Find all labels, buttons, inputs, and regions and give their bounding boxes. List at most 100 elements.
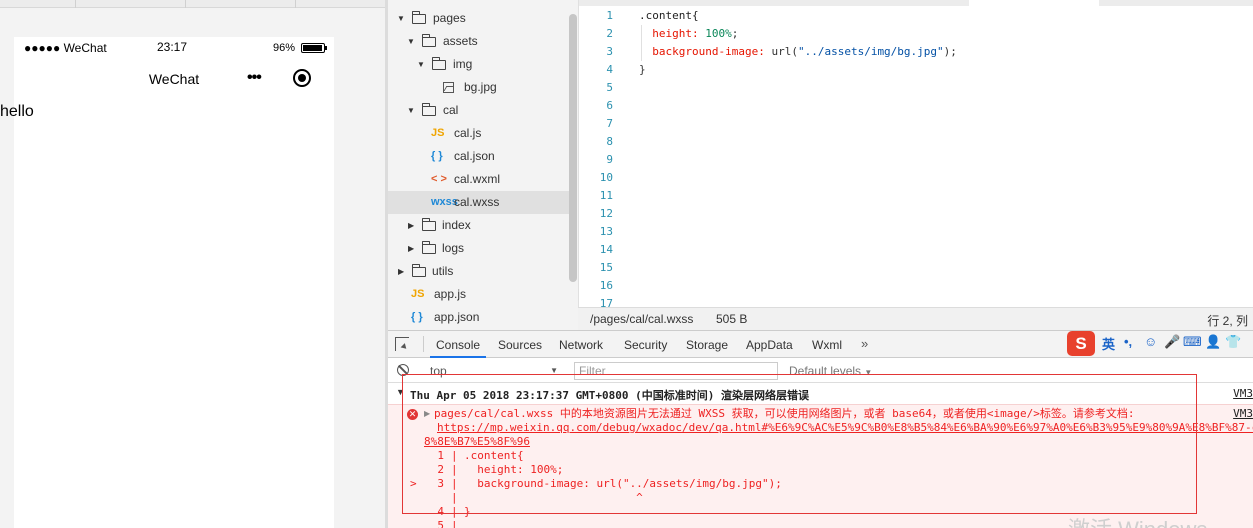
tree-file-app-json[interactable]: { } app.json (388, 306, 570, 329)
chevron-right-icon[interactable]: ▶ (424, 409, 430, 418)
clear-console-icon[interactable] (397, 364, 409, 376)
tab-security[interactable]: Security (624, 338, 667, 352)
folder-icon (422, 241, 436, 254)
editor-tab-active[interactable] (969, 0, 1099, 6)
line-number: 16 (599, 279, 613, 292)
chevron-down-icon: ▼ (417, 60, 425, 69)
ime-punct-icon[interactable]: •, (1124, 334, 1132, 349)
phone-status-bar: ●●●●● WeChat 23:17 96% (14, 37, 334, 59)
tab-network[interactable]: Network (559, 338, 603, 352)
editor-tab-strip (579, 0, 1253, 6)
ime-user-icon[interactable]: 👤 (1205, 334, 1221, 350)
devtools-tab-bar: Console Sources Network Security Storage… (388, 331, 1253, 358)
code-token: .content{ (639, 9, 699, 22)
code-frame-line-number: 3 (437, 477, 444, 490)
tab-appdata[interactable]: AppData (746, 338, 793, 352)
phone-screen: ●●●●● WeChat 23:17 96% WeChat ••• hello (0, 37, 334, 528)
tree-folder-index[interactable]: ▶ index (388, 214, 570, 237)
wxml-file-icon: < > (431, 173, 447, 185)
json-file-icon: { } (431, 150, 443, 162)
line-number: 9 (606, 153, 613, 166)
code-content[interactable]: .content{ height: 100%; background-image… (639, 7, 957, 79)
tree-file-cal-wxml[interactable]: < > cal.wxml (388, 168, 570, 191)
more-menu-icon[interactable]: ••• (247, 69, 262, 87)
code-token: "../assets/img/bg.jpg" (797, 45, 944, 58)
tree-item-label: pages (433, 11, 466, 25)
line-number: 11 (599, 189, 613, 202)
tree-item-label: bg.jpg (464, 80, 497, 94)
tree-item-label: app.json (434, 310, 480, 324)
console-group-header[interactable]: ▼ Thu Apr 05 2018 23:17:37 GMT+0800 (中国标… (388, 384, 1253, 404)
tree-file-cal-wxss[interactable]: wxss cal.wxss (388, 191, 570, 214)
tree-item-label: app.js (434, 287, 467, 301)
tree-folder-logs[interactable]: ▶ logs (388, 237, 570, 260)
code-frame-gutter: | (451, 505, 458, 518)
console-filter-input[interactable]: Filter (574, 362, 778, 380)
tree-file-app-js[interactable]: JS app.js (388, 283, 570, 306)
console-output: ▼ Thu Apr 05 2018 23:17:37 GMT+0800 (中国标… (388, 384, 1253, 528)
file-tree-scrollbar[interactable] (569, 14, 577, 282)
line-number-gutter: 1 2 3 4 5 6 7 8 9 10 11 12 13 14 15 16 17 (579, 7, 619, 313)
tree-folder-cal[interactable]: ▼ cal (388, 99, 570, 122)
devtools-panel: Console Sources Network Security Storage… (388, 330, 1253, 528)
ime-emoji-icon[interactable]: ☺ (1144, 334, 1157, 349)
tree-file-cal-js[interactable]: JS cal.js (388, 122, 570, 145)
nav-title: WeChat (148, 71, 200, 87)
group-title: Thu Apr 05 2018 23:17:37 GMT+0800 (中国标准时… (410, 389, 810, 402)
code-line: .content{ (639, 7, 957, 25)
code-line: background-image: url("../assets/img/bg.… (639, 43, 957, 61)
file-tree: ▼ pages ▼ assets ▼ img bg.jpg ▼ cal JS c… (388, 0, 578, 330)
tab-console[interactable]: Console (429, 338, 487, 358)
ime-lang-icon[interactable]: 英 (1102, 334, 1115, 353)
tree-folder-assets[interactable]: ▼ assets (388, 30, 570, 53)
folder-icon (412, 264, 426, 277)
tree-item-label: cal.json (454, 149, 495, 163)
sogou-logo-icon[interactable]: S (1067, 331, 1095, 356)
folder-open-icon (422, 103, 436, 116)
tree-item-label: logs (442, 241, 465, 255)
folder-icon (422, 218, 436, 231)
chevron-down-icon: ▼ (407, 106, 415, 115)
code-frame-line-number: 2 (437, 463, 444, 476)
image-file-icon (443, 82, 454, 93)
code-frame-line: background-image: url("../assets/img/bg.… (464, 477, 782, 490)
more-tabs-icon[interactable]: » (861, 336, 868, 351)
docs-link[interactable]: https://mp.weixin.qq.com/debug/wxadoc/de… (437, 421, 1253, 435)
tab-wxml[interactable]: Wxml (812, 338, 842, 352)
tree-file-bg-jpg[interactable]: bg.jpg (388, 76, 570, 99)
tree-folder-utils[interactable]: ▶ utils (388, 260, 570, 283)
code-frame-line-number: 1 (437, 449, 444, 462)
file-size: 505 B (716, 312, 748, 326)
source-link[interactable]: VM3 (1233, 387, 1253, 400)
close-capsule-icon[interactable] (293, 69, 311, 87)
editor-status-bar: /pages/cal/cal.wxss 505 B 行 2, 列 (578, 307, 1253, 330)
line-number: 8 (606, 135, 613, 148)
folder-open-icon (422, 34, 436, 47)
ime-keyboard-icon[interactable]: ⌨ (1183, 334, 1202, 350)
phone-nav-bar: WeChat ••• (14, 59, 334, 99)
ime-skin-icon[interactable]: 👕 (1225, 334, 1241, 350)
context-select[interactable]: top ▼ (424, 362, 560, 380)
chevron-down-icon: ▼ (397, 14, 405, 23)
source-link[interactable]: VM3 (1233, 407, 1253, 420)
code-editor[interactable]: 1 2 3 4 5 6 7 8 9 10 11 12 13 14 15 16 17 .content{ heig… (578, 0, 1253, 310)
folder-open-icon (412, 11, 426, 24)
tree-folder-pages[interactable]: ▼ pages (388, 7, 570, 30)
tree-item-label: cal.wxss (454, 195, 500, 209)
levels-value: Default levels (789, 364, 862, 378)
simulator-toolbar (0, 0, 385, 8)
code-frame-gutter: | (451, 519, 458, 528)
line-number: 4 (606, 63, 613, 76)
tab-sources[interactable]: Sources (498, 338, 542, 352)
tab-storage[interactable]: Storage (686, 338, 728, 352)
code-frame-line: } (464, 505, 471, 518)
tree-file-cal-json[interactable]: { } cal.json (388, 145, 570, 168)
log-levels-select[interactable]: Default levels ▼ (789, 364, 872, 378)
tree-folder-img[interactable]: ▼ img (388, 53, 570, 76)
code-token: ); (943, 45, 957, 58)
inspect-element-icon[interactable] (395, 337, 409, 351)
code-frame-line: .content{ (464, 449, 524, 462)
ime-mic-icon[interactable]: 🎤 (1164, 334, 1180, 350)
docs-link-cont[interactable]: 8%8E%B7%E5%8F%96 (424, 435, 530, 449)
js-file-icon: JS (431, 127, 445, 139)
